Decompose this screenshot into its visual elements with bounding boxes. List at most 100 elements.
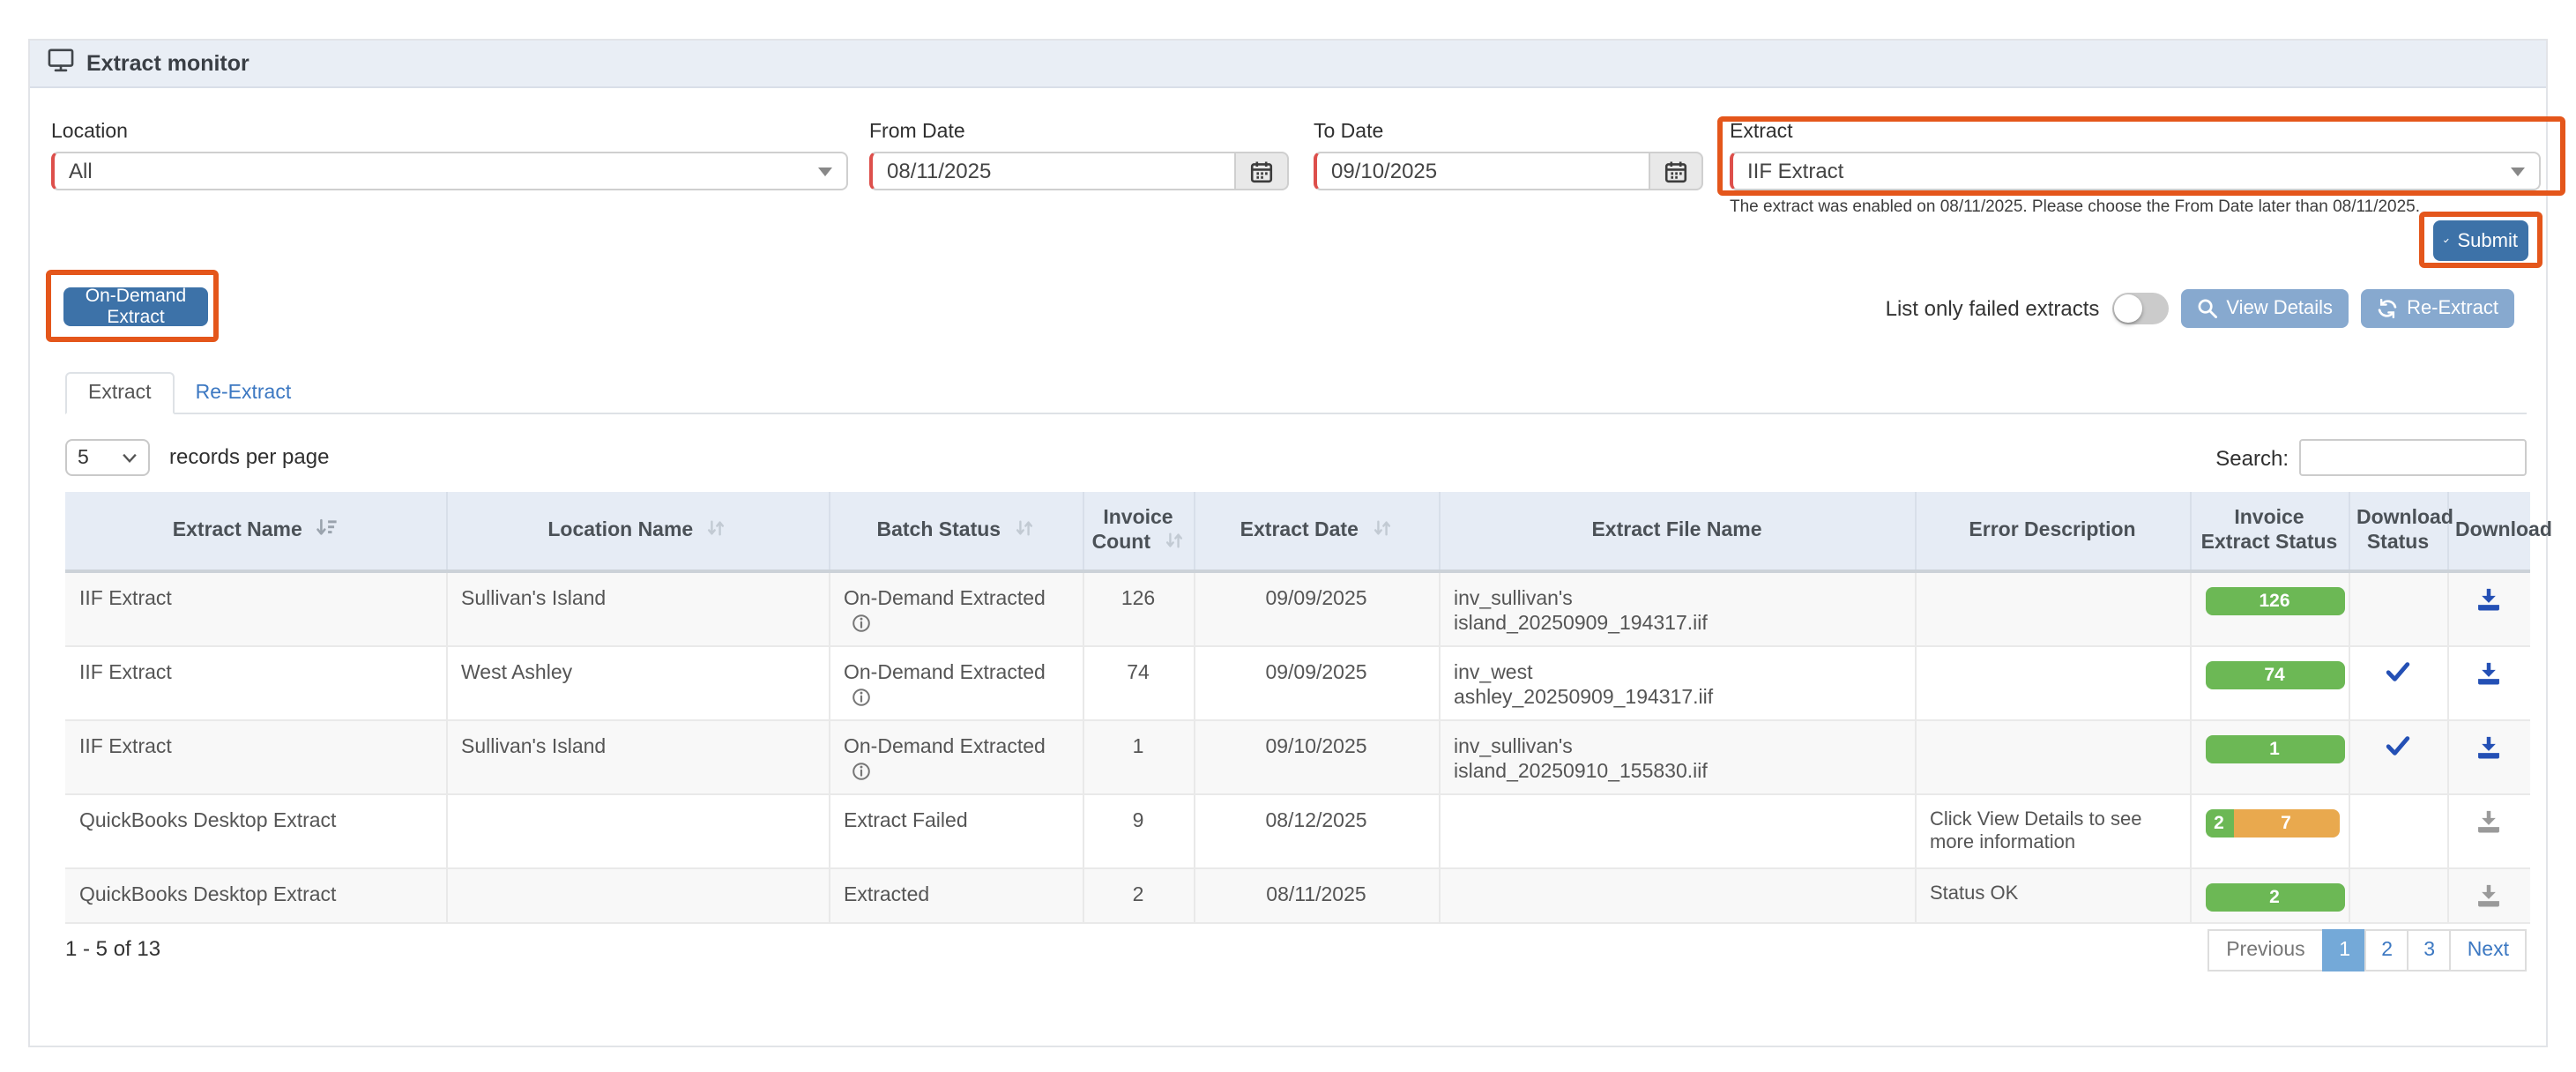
to-date-calendar-button[interactable] bbox=[1650, 152, 1703, 190]
tab-bar: Extract Re-Extract bbox=[65, 372, 2527, 414]
to-date-value: 09/10/2025 bbox=[1331, 159, 1437, 183]
cell-batch-status: On-Demand Extracted bbox=[829, 719, 1083, 793]
info-icon[interactable] bbox=[851, 614, 870, 633]
refresh-icon bbox=[2377, 298, 2398, 319]
calendar-icon bbox=[1250, 160, 1273, 182]
info-icon[interactable] bbox=[851, 761, 870, 780]
download-icon bbox=[2476, 660, 2503, 685]
pagination-page-2[interactable]: 2 bbox=[2365, 929, 2409, 972]
column-header-location-name[interactable]: Location Name bbox=[446, 492, 829, 571]
column-header-invoice-count[interactable]: Invoice Count bbox=[1083, 492, 1194, 571]
cell-extract-date: 09/09/2025 bbox=[1194, 571, 1439, 645]
cell-invoice-count: 126 bbox=[1083, 571, 1194, 645]
column-header-extract-date[interactable]: Extract Date bbox=[1194, 492, 1439, 571]
location-label: Location bbox=[51, 122, 848, 143]
toggle-knob bbox=[2113, 294, 2141, 323]
cell-error-description bbox=[1915, 571, 2190, 645]
records-per-page-select[interactable]: 5 bbox=[65, 439, 150, 476]
to-date-input[interactable]: 09/10/2025 bbox=[1314, 152, 1650, 190]
extract-select-value: IIF Extract bbox=[1747, 159, 1843, 183]
cell-invoice-count: 1 bbox=[1083, 719, 1194, 793]
pagination-page-1[interactable]: 1 bbox=[2323, 929, 2367, 972]
status-badge: 2 bbox=[2205, 882, 2344, 911]
list-action-bar: List only failed extracts View Details R… bbox=[1886, 289, 2514, 328]
cell-location-name bbox=[446, 867, 829, 922]
cell-download bbox=[2447, 571, 2530, 645]
download-button[interactable] bbox=[2476, 808, 2503, 838]
search-label: Search: bbox=[2215, 445, 2289, 470]
cell-download-status bbox=[2349, 719, 2447, 793]
column-header-extract-name[interactable]: Extract Name bbox=[65, 492, 446, 571]
column-header-download-status: Download Status bbox=[2349, 492, 2447, 571]
cell-download-status bbox=[2349, 793, 2447, 867]
cell-download bbox=[2447, 645, 2530, 719]
download-button[interactable] bbox=[2476, 734, 2503, 764]
re-extract-label: Re-Extract bbox=[2407, 298, 2498, 319]
status-badge: 1 bbox=[2205, 734, 2344, 763]
sort-both-icon bbox=[1014, 518, 1035, 538]
failed-extracts-toggle-label: List only failed extracts bbox=[1886, 296, 2100, 321]
column-header-error-description: Error Description bbox=[1915, 492, 2190, 571]
check-icon bbox=[2444, 233, 2449, 249]
table-header-row: Extract Name Location Name bbox=[65, 492, 2530, 571]
cell-invoice-extract-status: 126 bbox=[2190, 571, 2349, 645]
submit-button[interactable]: Submit bbox=[2433, 220, 2528, 261]
pagination-previous-button[interactable]: Previous bbox=[2207, 929, 2325, 972]
cell-extract-name: QuickBooks Desktop Extract bbox=[65, 793, 446, 867]
column-header-download: Download bbox=[2447, 492, 2530, 571]
cell-extract-name: IIF Extract bbox=[65, 719, 446, 793]
status-badge-split: 27 bbox=[2205, 808, 2339, 837]
on-demand-extract-button[interactable]: On-Demand Extract bbox=[63, 287, 208, 326]
records-per-page-value: 5 bbox=[78, 447, 89, 468]
cell-batch-status: Extracted bbox=[829, 867, 1083, 922]
tab-re-extract[interactable]: Re-Extract bbox=[175, 372, 313, 413]
search-area: Search: bbox=[2215, 439, 2527, 476]
download-button[interactable] bbox=[2476, 660, 2503, 690]
from-date-input[interactable]: 08/11/2025 bbox=[869, 152, 1236, 190]
failed-extracts-toggle[interactable] bbox=[2111, 293, 2168, 324]
cell-error-description bbox=[1915, 645, 2190, 719]
view-details-label: View Details bbox=[2226, 298, 2333, 319]
cell-invoice-extract-status: 27 bbox=[2190, 793, 2349, 867]
cell-extract-date: 09/09/2025 bbox=[1194, 645, 1439, 719]
search-input[interactable] bbox=[2299, 439, 2527, 476]
failed-count: 7 bbox=[2233, 808, 2339, 837]
cell-invoice-extract-status: 1 bbox=[2190, 719, 2349, 793]
column-header-batch-status[interactable]: Batch Status bbox=[829, 492, 1083, 571]
cell-extract-file-name bbox=[1439, 793, 1915, 867]
cell-location-name: West Ashley bbox=[446, 645, 829, 719]
caret-down-icon bbox=[2511, 167, 2525, 175]
column-header-invoice-extract-status: Invoice Extract Status bbox=[2190, 492, 2349, 571]
table-row[interactable]: IIF Extract West Ashley On-Demand Extrac… bbox=[65, 645, 2530, 719]
success-count: 2 bbox=[2205, 808, 2233, 837]
to-date-filter: To Date 09/10/2025 bbox=[1314, 122, 1703, 190]
table-row[interactable]: IIF Extract Sullivan's Island On-Demand … bbox=[65, 571, 2530, 645]
cell-location-name bbox=[446, 793, 829, 867]
download-button[interactable] bbox=[2476, 587, 2503, 617]
location-select[interactable]: All bbox=[51, 152, 848, 190]
view-details-button[interactable]: View Details bbox=[2180, 289, 2349, 328]
records-per-page-label: records per page bbox=[169, 444, 329, 469]
extract-select[interactable]: IIF Extract bbox=[1730, 152, 2541, 190]
cell-extract-name: IIF Extract bbox=[65, 571, 446, 645]
from-date-calendar-button[interactable] bbox=[1236, 152, 1289, 190]
pagination-next-button[interactable]: Next bbox=[2450, 929, 2527, 972]
re-extract-button[interactable]: Re-Extract bbox=[2361, 289, 2514, 328]
extracts-table: Extract Name Location Name bbox=[65, 492, 2530, 923]
cell-location-name: Sullivan's Island bbox=[446, 571, 829, 645]
table-row[interactable]: QuickBooks Desktop Extract Extract Faile… bbox=[65, 793, 2530, 867]
tab-extract[interactable]: Extract bbox=[65, 372, 175, 414]
cell-download-status bbox=[2349, 867, 2447, 922]
download-button[interactable] bbox=[2476, 882, 2503, 912]
cell-location-name: Sullivan's Island bbox=[446, 719, 829, 793]
pagination-page-3[interactable]: 3 bbox=[2408, 929, 2452, 972]
extract-label: Extract bbox=[1730, 122, 2541, 143]
cell-extract-file-name bbox=[1439, 867, 1915, 922]
location-select-value: All bbox=[69, 159, 93, 183]
cell-invoice-count: 74 bbox=[1083, 645, 1194, 719]
table-row[interactable]: QuickBooks Desktop Extract Extracted 2 0… bbox=[65, 867, 2530, 922]
sort-descending-icon bbox=[315, 518, 338, 538]
info-icon[interactable] bbox=[851, 687, 870, 706]
status-badge: 74 bbox=[2205, 660, 2344, 689]
table-row[interactable]: IIF Extract Sullivan's Island On-Demand … bbox=[65, 719, 2530, 793]
